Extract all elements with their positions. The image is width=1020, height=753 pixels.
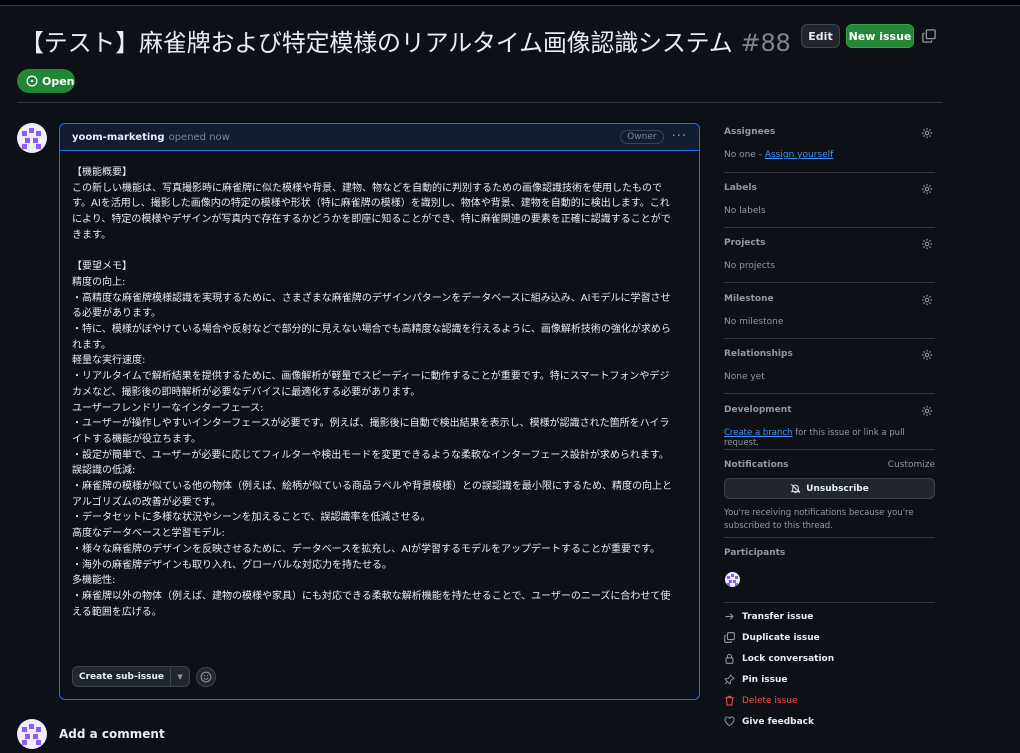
comment-timestamp[interactable]: opened now [169, 132, 230, 143]
body-line: ・リアルタイムで解析結果を提供するために、画像解析が軽量でスピーディーに動作する… [72, 371, 670, 398]
sidebar-heading: Participants [724, 548, 786, 558]
sidebar-heading: Labels [724, 183, 757, 193]
gear-icon[interactable] [921, 405, 933, 417]
body-line: 精度の向上: [72, 276, 126, 288]
new-issue-button[interactable]: New issue [846, 24, 914, 48]
transfer-issue-action[interactable]: Transfer issue [724, 611, 813, 622]
duplicate-issue-action[interactable]: Duplicate issue [724, 632, 820, 643]
top-bar [0, 0, 1020, 6]
body-line: ・海外の麻雀牌デザインも取り入れ、グローバルな対応力を持たせる。 [72, 559, 392, 571]
sidebar-relationships: Relationships None yet [724, 349, 935, 394]
create-sub-issue-button[interactable]: Create sub-issue ▼ [72, 666, 191, 687]
milestone-value: No milestone [724, 317, 784, 327]
issue-body-comment: yoom-marketing opened now Owner ··· 【機能概… [59, 123, 700, 700]
sidebar-assignees: Assignees No one - Assign yourself [724, 127, 935, 173]
sidebar-heading: Milestone [724, 294, 774, 304]
heart-icon [724, 716, 735, 727]
body-line: ・麻雀牌の模様が似ている他の物体（例えば、絵柄が似ている商品ラベルや背景模様）と… [72, 481, 672, 508]
create-branch-link[interactable]: Create a branch [724, 428, 792, 438]
body-line: ・ユーザーが操作しやすいインターフェースが必要です。例えば、撮影後に自動で検出結… [72, 418, 670, 445]
kebab-menu-icon[interactable]: ··· [672, 130, 687, 143]
sidebar-development: Development Create a branch for this iss… [724, 405, 935, 450]
body-line: 多機能性: [72, 575, 116, 587]
body-line: 誤認識の低減: [72, 465, 136, 477]
sidebar-milestone: Milestone No milestone [724, 294, 935, 339]
author-avatar[interactable] [17, 123, 47, 153]
gear-icon[interactable] [921, 183, 933, 195]
body-line: 【機能概要】 [72, 167, 132, 178]
lock-icon [725, 653, 734, 664]
owner-badge: Owner [620, 130, 664, 144]
comment-body: 【機能概要】 この新しい機能は、写真撮影時に麻雀牌に似た模様や背景、建物、物など… [60, 151, 685, 620]
issue-title: 【テスト】麻雀牌および特定模様のリアルタイム画像認識システム #88 [20, 29, 791, 57]
bell-slash-icon [790, 484, 801, 494]
sidebar-labels: Labels No labels [724, 183, 935, 228]
arrow-right-icon [725, 613, 734, 620]
body-line: 軽量な実行速度: [72, 355, 146, 367]
assign-yourself-link[interactable]: Assign yourself [765, 150, 833, 160]
comment-header: yoom-marketing opened now Owner ··· [60, 124, 699, 151]
assignees-value: No one - Assign yourself [724, 150, 834, 160]
header-divider [17, 102, 942, 103]
gear-icon[interactable] [921, 349, 933, 361]
development-value: Create a branch for this issue or link a… [724, 428, 905, 448]
sidebar-notifications: Notifications Customize Unsubscribe You'… [724, 460, 935, 538]
relationships-value: None yet [724, 372, 765, 382]
issue-open-icon [26, 75, 38, 87]
chevron-down-icon[interactable]: ▼ [171, 667, 189, 686]
body-line: ・様々な麻雀牌のデザインを反映させるために、データベースを拡充し、AIが学習する… [72, 543, 660, 555]
body-line: ・麻雀牌以外の物体（例えば、建物の模様や家具）にも対応できる柔軟な解析機能を持た… [72, 590, 671, 618]
trash-icon [725, 695, 734, 706]
add-reaction-button[interactable] [196, 666, 217, 687]
body-line: ・高精度な麻雀牌模様認識を実現するために、さまざまな麻雀牌のデザインパターンをデ… [72, 292, 671, 320]
give-feedback-action[interactable]: Give feedback [724, 716, 814, 727]
issue-number: #88 [740, 29, 791, 57]
customize-link[interactable]: Customize [888, 460, 935, 470]
body-line: ユーザーフレンドリーなインターフェース: [72, 402, 264, 414]
create-sub-issue-label[interactable]: Create sub-issue [73, 667, 172, 686]
body-line: ・データセットに多様な状況やシーンを加えることで、誤認識率を低減させる。 [72, 512, 431, 524]
body-line: ・設定が簡単で、ユーザーが必要に応じてフィルターや検出モードを変更できるような柔… [72, 449, 669, 461]
gear-icon[interactable] [921, 238, 933, 250]
pin-icon [724, 674, 735, 685]
body-line: ・特に、模様がぼやけている場合や反射などで部分的に見えない場合でも高精度な認識を… [72, 324, 671, 351]
gear-icon[interactable] [921, 127, 933, 139]
smiley-icon [200, 671, 212, 682]
body-line: この新しい機能は、写真撮影時に麻雀牌に似た模様や背景、建物、物などを自動的に判別… [72, 182, 671, 241]
edit-button[interactable]: Edit [801, 24, 840, 48]
unsubscribe-button[interactable]: Unsubscribe [724, 478, 935, 499]
sidebar-heading: Assignees [724, 127, 776, 137]
lock-conversation-action[interactable]: Lock conversation [724, 653, 834, 664]
status-label: Open [42, 74, 75, 88]
body-line: 【要望メモ】 [72, 261, 132, 273]
sidebar-participants: Participants [724, 548, 935, 603]
labels-value: No labels [724, 206, 766, 216]
participant-avatar[interactable] [725, 572, 740, 587]
sidebar-heading: Development [724, 405, 792, 415]
current-user-avatar [17, 719, 47, 749]
body-line: 高度なデータベースと学習モデル: [72, 528, 225, 540]
sidebar-projects: Projects No projects [724, 238, 935, 283]
notification-reason: You're receiving notifications because y… [724, 508, 914, 531]
sidebar-heading: Relationships [724, 349, 793, 359]
copy-icon [724, 632, 735, 643]
status-badge: Open [17, 69, 75, 93]
comment-footer: Create sub-issue ▼ [72, 666, 217, 687]
copy-icon[interactable] [922, 29, 936, 43]
add-comment-heading: Add a comment [59, 727, 165, 741]
gear-icon[interactable] [921, 294, 933, 306]
projects-value: No projects [724, 261, 776, 271]
sidebar-heading: Projects [724, 238, 766, 248]
comment-author[interactable]: yoom-marketing [72, 132, 165, 143]
delete-issue-action[interactable]: Delete issue [724, 695, 798, 706]
pin-issue-action[interactable]: Pin issue [724, 674, 788, 685]
